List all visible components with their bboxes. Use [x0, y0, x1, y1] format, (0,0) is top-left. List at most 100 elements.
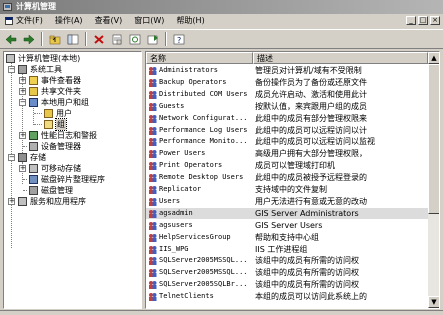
expand-icon[interactable]: +	[19, 132, 26, 139]
group-name: Print Operators	[159, 161, 223, 170]
group-description: GIS Server Users	[255, 220, 323, 230]
status-bar	[0, 310, 443, 315]
properties-button[interactable]	[109, 32, 125, 47]
group-name: IIS_WPG	[159, 244, 189, 253]
show-hide-tree-button[interactable]	[65, 32, 81, 47]
group-description: 该组中的成员有所需的访问权	[255, 256, 359, 266]
vertical-scrollbar[interactable]: ▲ ▼	[428, 52, 439, 308]
list-item[interactable]: SQLServer2005SQLBr... 该组中的成员有所需的访问权	[146, 279, 439, 290]
group-list[interactable]: 名称 描述 Administrators 管理员对计算机/域有不受限制 Backup…	[145, 51, 440, 309]
folder-icon	[44, 109, 53, 118]
list-item[interactable]: Remote Desktop Users 此组中的成员被授予远程登录的	[146, 172, 439, 183]
list-item[interactable]: HelpServicesGroup 帮助和支持中心组	[146, 232, 439, 243]
list-item[interactable]: Administrators 管理员对计算机/域有不受限制	[146, 65, 439, 76]
menu-view[interactable]: 查看(V)	[89, 15, 129, 27]
group-name: Remote Desktop Users	[159, 173, 244, 182]
menu-help[interactable]: 帮助(H)	[170, 15, 210, 27]
expand-icon[interactable]: +	[19, 77, 26, 84]
collapse-icon[interactable]: −	[8, 154, 15, 161]
scroll-up-arrow[interactable]: ▲	[428, 52, 439, 64]
forward-button[interactable]	[21, 32, 37, 47]
list-item[interactable]: Performance Log Users 此组中的成员可以远程访问以计	[146, 125, 439, 136]
group-description: 高级用户拥有大部分管理权限，	[255, 149, 367, 159]
group-icon	[148, 149, 157, 159]
list-item[interactable]: Performance Monito... 此组中的成员可以远程访问以监视	[146, 136, 439, 147]
scroll-thumb[interactable]	[428, 64, 439, 214]
back-button[interactable]	[3, 32, 19, 47]
svg-text:?: ?	[177, 36, 181, 45]
list-item[interactable]: agsusers GIS Server Users	[146, 220, 439, 231]
group-name: SQLServer2005SQLBr...	[159, 280, 248, 289]
group-name: SQLServer2005MSSQL...	[159, 256, 248, 265]
group-description: 此组中的成员有部分管理权限来	[255, 113, 367, 123]
scroll-down-arrow[interactable]: ▼	[428, 296, 439, 308]
toolbar: ?	[0, 29, 443, 49]
group-name: agsadmin	[159, 208, 193, 217]
list-item[interactable]: Replicator 支持域中的文件复制	[146, 184, 439, 195]
group-icon	[148, 209, 157, 218]
group-description: 此组中的成员可以远程访问以计	[255, 125, 367, 135]
delete-button[interactable]	[91, 32, 107, 47]
list-item[interactable]: Distributed COM Users 成员允许启动、激活和使用此计	[146, 89, 439, 100]
storage-icon	[18, 153, 27, 162]
restore-button[interactable]: □	[418, 16, 428, 25]
list-item[interactable]: TelnetClients 本组的成员可以访问此系统上的	[146, 291, 439, 302]
expand-icon[interactable]: +	[19, 165, 26, 172]
menu-file[interactable]: 文件(F)	[2, 15, 49, 27]
toolbar-separator	[41, 32, 43, 46]
group-icon	[148, 78, 157, 87]
group-name: agsusers	[159, 220, 193, 229]
list-item[interactable]: Guests 按默认值，来宾跟用户组的成员	[146, 101, 439, 112]
list-item[interactable]: Backup Operators 备份操作员为了备份或还原文件	[146, 77, 439, 88]
list-item[interactable]: SQLServer2005MSSQL... 该组中的成员有所需的访问权	[146, 255, 439, 266]
expand-icon[interactable]: +	[8, 198, 15, 205]
group-description: 成员允许启动、激活和使用此计	[255, 89, 367, 99]
up-one-level-button[interactable]	[47, 32, 63, 47]
column-name-header[interactable]: 名称	[146, 52, 253, 64]
list-item[interactable]: Power Users 高级用户拥有大部分管理权限，	[146, 148, 439, 159]
group-icon	[148, 173, 157, 183]
console-tree[interactable]: 计算机管理(本地) − 系统工具 + 事件查看器 + 共享文件夹 − 本地用户和…	[3, 51, 142, 309]
group-icon	[148, 114, 157, 123]
open-folder-icon	[44, 120, 53, 129]
help-button[interactable]: ?	[171, 32, 187, 47]
close-button[interactable]: ×	[430, 16, 440, 25]
export-list-button[interactable]	[145, 32, 161, 47]
menu-window[interactable]: 窗口(W)	[128, 15, 170, 27]
list-item[interactable]: Network Configurat... 此组中的成员有部分管理权限来	[146, 113, 439, 124]
collapse-icon[interactable]: −	[19, 99, 26, 106]
group-name: Guests	[159, 101, 185, 110]
list-item[interactable]: agsadmin GIS Server Administrators	[146, 207, 439, 219]
list-item[interactable]: SQLServer2005MSSQL... 该组中的成员有所需的访问权	[146, 267, 439, 278]
minimize-button[interactable]: _	[406, 16, 416, 25]
group-description: 用户无法进行有意或无意的改动	[255, 196, 367, 206]
toolbar-separator	[85, 32, 87, 46]
group-name: Replicator	[159, 185, 202, 193]
group-description: IIS 工作进程组	[255, 244, 308, 254]
list-item[interactable]: Print Operators 成员可以管理域打印机	[146, 160, 439, 171]
collapse-icon[interactable]: −	[8, 66, 15, 73]
show-tree-icon	[67, 34, 79, 44]
toolbar-separator	[165, 32, 167, 46]
group-icon	[148, 126, 157, 135]
refresh-icon	[129, 34, 141, 44]
group-icon	[148, 137, 157, 147]
group-name: Performance Monito...	[159, 137, 248, 146]
group-icon	[148, 221, 157, 230]
refresh-button[interactable]	[127, 32, 143, 47]
expand-icon[interactable]: +	[19, 88, 26, 95]
list-item[interactable]: IIS_WPG IIS 工作进程组	[146, 244, 439, 255]
group-description: 支持域中的文件复制	[255, 185, 327, 194]
list-item[interactable]: Users 用户无法进行有意或无意的改动	[146, 196, 439, 207]
menu-action[interactable]: 操作(A)	[49, 15, 89, 27]
computer-icon	[6, 54, 15, 63]
group-name: Users	[159, 196, 181, 205]
services-icon	[18, 197, 27, 206]
group-description: 该组中的成员有所需的访问权	[255, 280, 359, 290]
group-name: Administrators	[159, 66, 219, 74]
group-icon	[148, 90, 157, 99]
delete-icon	[94, 34, 104, 44]
mdi-controls: _ □ ×	[406, 16, 440, 25]
column-description-header[interactable]: 描述	[253, 52, 428, 64]
group-description: 该组中的成员有所需的访问权	[255, 268, 359, 278]
